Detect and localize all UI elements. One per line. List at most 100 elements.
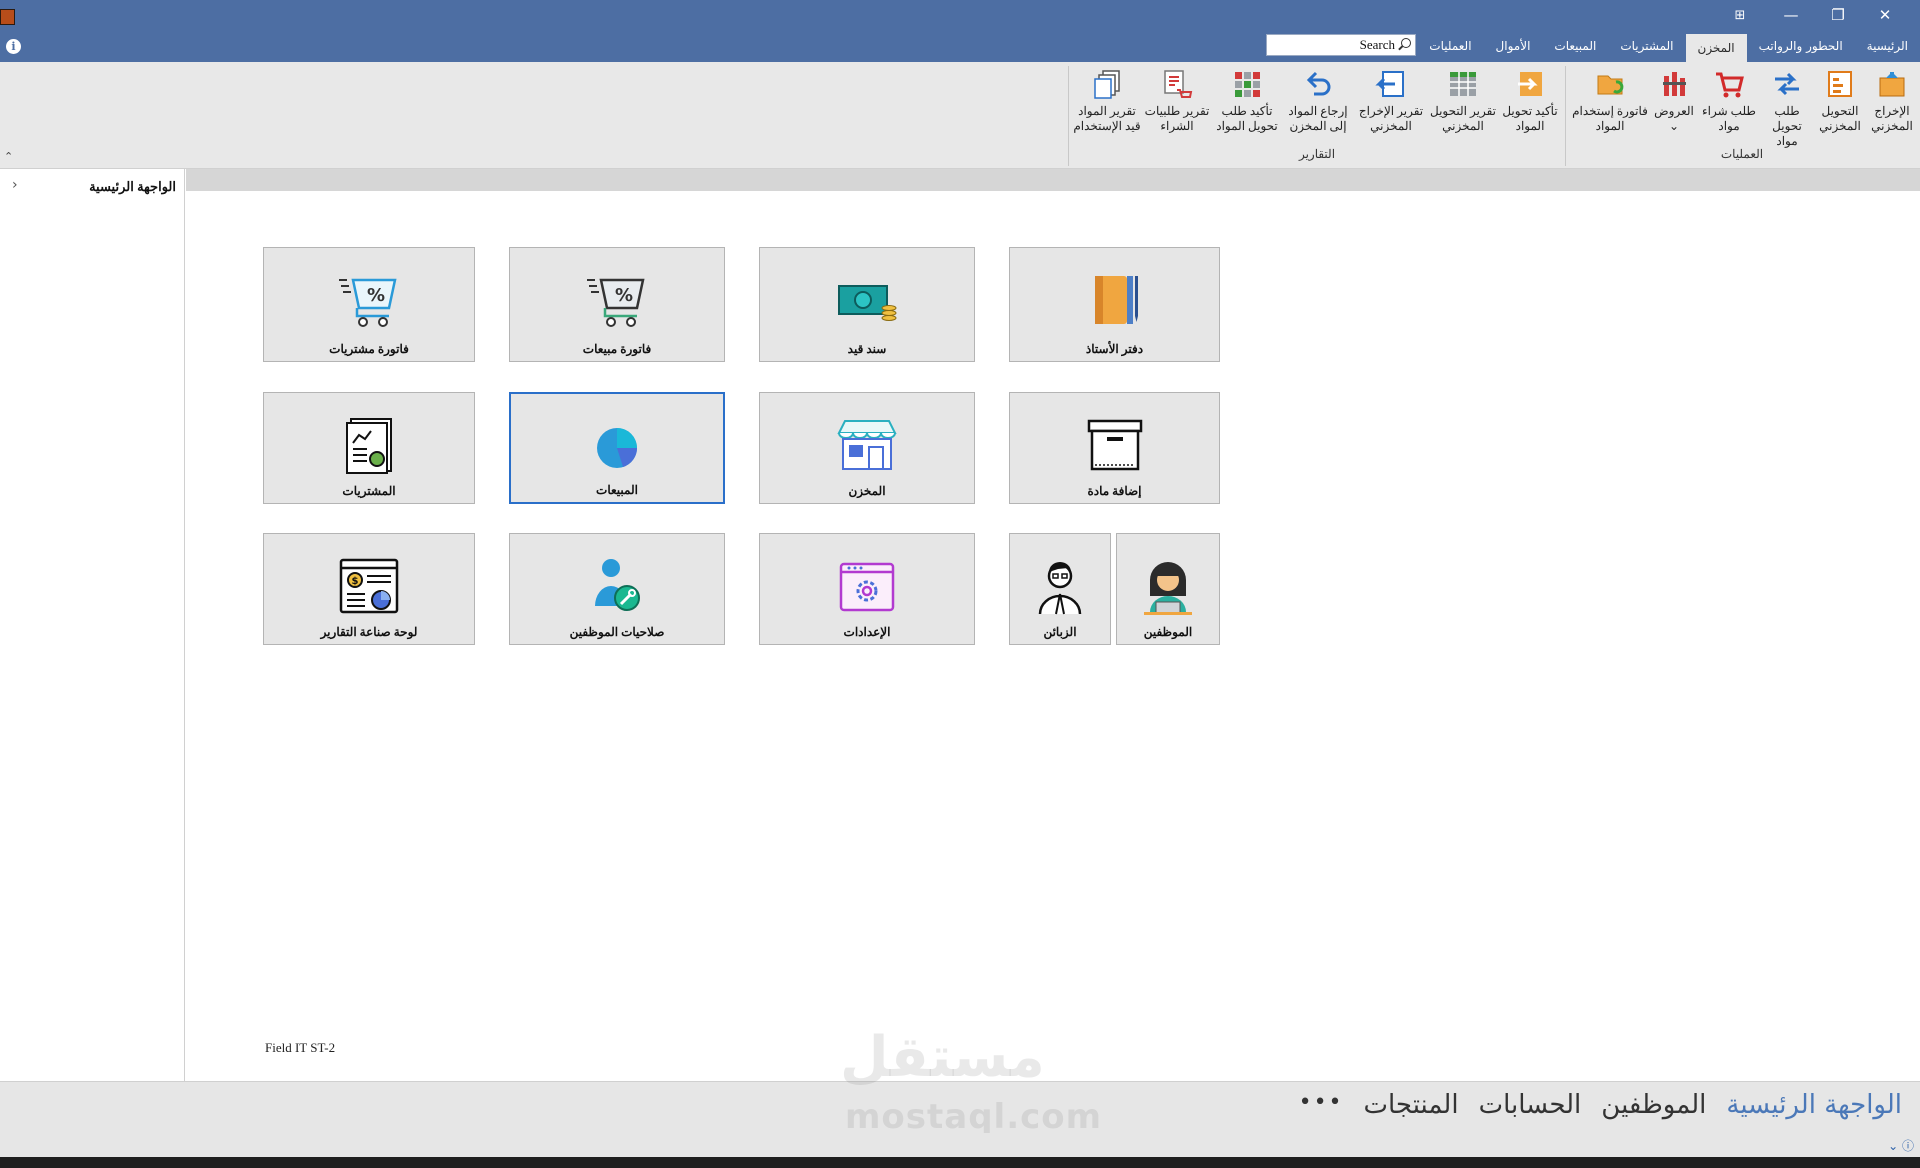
title-bar: ⊞ — ❐ ✕ [0,0,1920,31]
ribbon-label: تأكيد تحويل المواد [1502,104,1558,133]
ribbon-label: إرجاع المواد إلى المخزن [1288,104,1348,133]
tile-journal-voucher[interactable]: سند قيد [759,247,975,362]
usage-invoice-icon [1597,75,1624,95]
tab-sales[interactable]: المبيعات [1542,31,1608,62]
os-taskbar [0,1157,1920,1168]
ribbon-tab-row: i الرئيسية الحطور والرواتب المخزن المشتر… [0,31,1920,62]
ribbon-label: تقرير طلبيات الشراء [1144,104,1210,133]
tile-sales-invoice[interactable]: % فاتورة مبيعات [509,247,725,362]
settings-gear-icon [839,562,895,612]
ribbon-group-reports: التقارير [1298,147,1336,161]
tile-customers[interactable]: الزبائن [1009,533,1111,645]
bottom-nav-home[interactable]: الواجهة الرئيسية [1726,1090,1902,1120]
confirm-transfer-button[interactable]: تأكيد تحويل المواد [1498,62,1562,146]
bottom-nav-accounts[interactable]: الحسابات [1479,1090,1582,1120]
purchase-orders-report-button[interactable]: تقرير طلبيات الشراء [1144,62,1210,146]
material-transfer-request-button[interactable]: طلب تحويل مواد [1760,62,1814,148]
tile-sales[interactable]: المبيعات [509,392,725,504]
tile-label: الزبائن [1043,625,1077,639]
tile-label: فاتورة مشتريات [329,342,409,356]
ribbon-separator [1068,66,1069,166]
more-icon[interactable]: ••• [1299,1090,1344,1120]
tab-warehouse[interactable]: المخزن [1685,34,1747,62]
ribbon-label: تقرير الإخراج المخزني [1358,104,1424,133]
maximize-button[interactable]: ❐ [1815,0,1861,31]
tab-purchases[interactable]: المشتريات [1608,31,1685,62]
app-logo-icon [0,9,15,25]
watermark-arabic: مستقل [840,1025,1045,1090]
tile-purchases[interactable]: المشتريات [263,392,475,504]
exit-report-button[interactable]: تقرير الإخراج المخزني [1354,62,1428,146]
bottom-nav-products[interactable]: المنتجات [1364,1090,1459,1120]
confirm-transfer-request-button[interactable]: تأكيد طلب تحويل المواد [1212,62,1282,146]
tab-home[interactable]: الرئيسية [1855,31,1920,62]
material-usage-invoice-button[interactable]: فاتورة إستخدام المواد [1572,62,1648,146]
ledger-book-icon [1094,276,1138,324]
ribbon-label: تقرير المواد قيد الإستخدام [1073,104,1141,133]
tile-general-ledger[interactable]: دفتر الأستاذ [1009,247,1220,362]
ribbon-label: طلب تحويل مواد [1772,104,1802,148]
purchase-request-button[interactable]: طلب شراء مواد [1700,62,1758,146]
bottom-nav-employees[interactable]: الموظفين [1601,1090,1706,1120]
tile-label: المخزن [848,484,886,498]
ribbon-panel: الإخراج المخزني التحويل المخزني طلب تحوي… [0,62,1920,169]
tile-label: سند قيد [847,342,887,356]
tile-employee-permissions[interactable]: صلاحيات الموظفين [509,533,725,645]
tile-report-builder[interactable]: $ لوحة صناعة التقارير [263,533,475,645]
search-input[interactable]: Search [1266,34,1416,56]
tile-label: فاتورة مبيعات [582,342,652,356]
tile-label: المبيعات [596,483,638,497]
svg-text:%: % [367,285,385,306]
window-options-button[interactable]: ⊞ [1717,0,1763,31]
tile-employees[interactable]: الموظفين [1116,533,1220,645]
close-button[interactable]: ✕ [1862,0,1908,31]
ribbon-label: التحويل المخزني [1819,104,1861,133]
ribbon-label: طلب شراء مواد [1702,104,1756,133]
sales-invoice-cart-icon: % [587,278,645,327]
app-window: ⊞ — ❐ ✕ i الرئيسية الحطور والرواتب المخز… [0,0,1920,1168]
watermark-latin: mostaql.com [845,1097,1103,1137]
purchase-report-icon [1164,70,1193,98]
info-icon[interactable]: i [6,39,21,54]
tile-add-item[interactable]: إضافة مادة [1009,392,1220,504]
tile-warehouse[interactable]: المخزن [759,392,975,504]
collapse-ribbon-icon[interactable]: ⌃ [4,150,13,163]
return-arrow-icon [1306,71,1331,96]
tab-funds[interactable]: الأموال [1484,31,1543,62]
minimize-button[interactable]: — [1768,0,1814,31]
cart-icon [1716,72,1744,98]
grid-color-icon [1235,72,1260,97]
offers-icon [1663,72,1686,96]
tile-label: لوحة صناعة التقارير [320,625,418,639]
stock-transfer-button[interactable]: التحويل المخزني [1814,62,1866,146]
report-dashboard-icon: $ [339,558,399,614]
ribbon-tabs: الرئيسية الحطور والرواتب المخزن المشتريا… [1417,31,1920,62]
stock-exit-button[interactable]: الإخراج المخزني [1866,62,1918,146]
confirm-transfer-icon [1518,72,1542,96]
exit-report-icon [1375,71,1404,97]
tile-label: دفتر الأستاذ [1085,342,1144,356]
user-key-icon [595,559,640,611]
ribbon-label: فاتورة إستخدام المواد [1572,104,1648,133]
transfer-report-button[interactable]: تقرير التحويل المخزني [1430,62,1496,146]
tile-label: المشتريات [342,484,396,498]
offers-button[interactable]: العروض ⌄ [1648,62,1700,146]
bottom-nav-items: الواجهة الرئيسية الموظفين الحسابات المنت… [1299,1090,1902,1120]
ribbon-label: تأكيد طلب تحويل المواد [1216,104,1278,133]
search-icon [1401,38,1411,48]
nav-item-home[interactable]: الواجهة الرئيسية [89,179,176,195]
tab-operations[interactable]: العمليات [1417,31,1483,62]
svg-text:$: $ [352,576,359,587]
materials-in-use-report-button[interactable]: تقرير المواد قيد الإستخدام [1072,62,1142,146]
left-nav-panel: › الواجهة الرئيسية [0,169,185,1081]
tile-purchase-invoice[interactable]: % فاتورة مشتريات [263,247,475,362]
add-item-box-icon [1087,419,1142,471]
ribbon-label: العروض ⌄ [1654,104,1694,133]
return-materials-button[interactable]: إرجاع المواد إلى المخزن [1284,62,1352,146]
ribbon-label: الإخراج المخزني [1871,104,1913,133]
tab-attendance-payroll[interactable]: الحطور والرواتب [1747,31,1855,62]
status-info-icon[interactable]: ⌄ ⓘ [1888,1137,1914,1154]
tile-label: صلاحيات الموظفين [569,625,665,639]
chevron-right-icon[interactable]: › [12,177,18,193]
tile-settings[interactable]: الإعدادات [759,533,975,645]
